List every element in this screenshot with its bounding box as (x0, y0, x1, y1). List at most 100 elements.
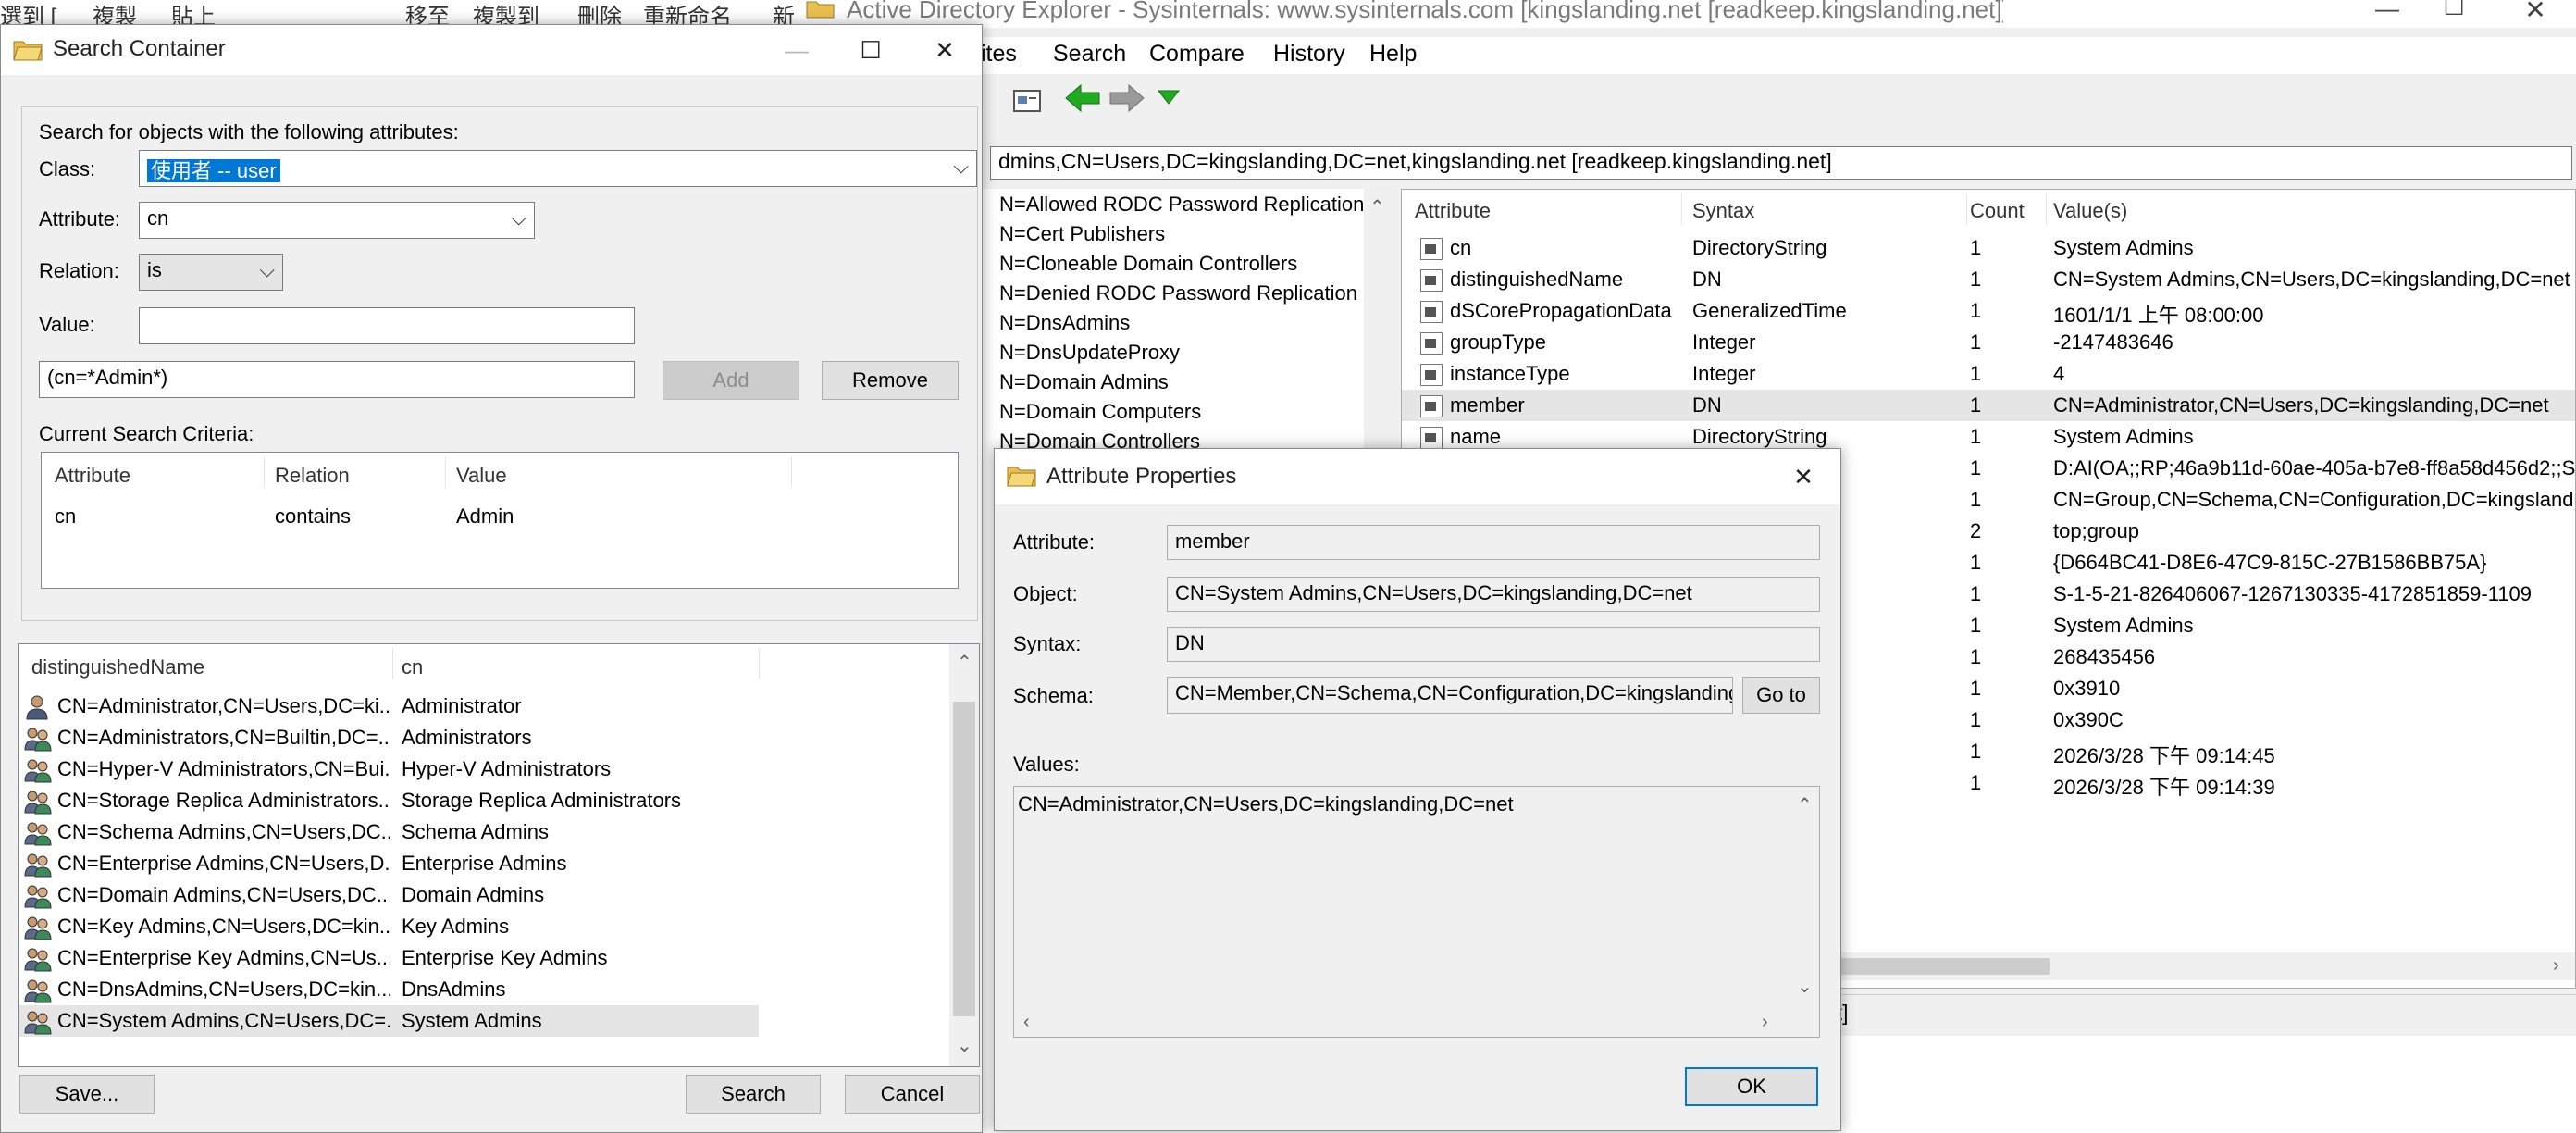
tree-item[interactable]: N=Denied RODC Password Replication Gr (999, 281, 1386, 305)
explorer-item[interactable]: 貼上 (171, 0, 216, 24)
attribute-row[interactable]: distinguishedName DN 1 CN=System Admins,CN=… (1402, 264, 2575, 295)
result-row[interactable]: CN=System Admins,CN=Users,DC=... System A… (19, 1005, 759, 1037)
result-cn: Domain Admins (402, 883, 545, 906)
tree-item[interactable]: N=Cert Publishers (999, 222, 1165, 246)
remove-button[interactable]: Remove (822, 361, 959, 400)
criteria-col-value[interactable]: Value (456, 464, 507, 488)
path-field[interactable]: dmins,CN=Users,DC=kingslanding,DC=net,ki… (990, 146, 2572, 180)
criteria-row[interactable]: cn contains Admin (42, 501, 958, 532)
scroll-right-arrow[interactable]: › (1762, 1013, 1768, 1031)
col-header-count[interactable]: Count (1970, 199, 2025, 223)
search-dialog-title: Search Container (53, 36, 226, 61)
menu-favorites[interactable]: ites (981, 41, 1017, 68)
tree-item[interactable]: N=Domain Computers (999, 400, 1201, 424)
result-cn: Schema Admins (402, 820, 549, 843)
results-scroll-thumb[interactable] (953, 702, 975, 1016)
tree-item[interactable]: N=Domain Admins (999, 370, 1169, 394)
result-row[interactable]: CN=Administrators,CN=Builtin,DC=... Admin… (19, 722, 947, 753)
search-close-button[interactable]: ✕ (908, 25, 982, 75)
attribute-row[interactable]: cn DirectoryString 1 System Admins (1402, 232, 2575, 264)
attr-count: 1 (1970, 425, 1982, 448)
explorer-item[interactable]: 移至 (405, 0, 450, 24)
search-button[interactable]: Search (686, 1075, 821, 1114)
attribute-select[interactable]: cn ⌵ (139, 202, 535, 239)
attr-hscroll-thumb[interactable] (1818, 958, 2050, 975)
forward-arrow-icon[interactable] (1108, 83, 1146, 113)
scroll-down-arrow[interactable]: ⌄ (957, 1037, 972, 1055)
menu-history[interactable]: History (1273, 41, 1345, 68)
criteria-list[interactable]: Attribute Relation Value cn contains Adm… (41, 452, 959, 589)
cancel-button[interactable]: Cancel (845, 1075, 980, 1114)
close-button[interactable]: ✕ (2498, 0, 2572, 24)
goto-button[interactable]: Go to (1742, 677, 1820, 714)
relation-select[interactable]: is ⌵ (139, 254, 283, 291)
scroll-right-arrow[interactable]: › (2553, 956, 2559, 975)
results-list[interactable]: distinguishedName cn CN=Administrator,CN… (18, 643, 980, 1067)
back-arrow-icon[interactable] (1064, 83, 1101, 113)
col-header-values[interactable]: Value(s) (2053, 199, 2127, 223)
explorer-item[interactable]: 選到 [ (0, 0, 56, 24)
attr-object-label: Object: (1013, 582, 1078, 605)
value-input[interactable] (139, 307, 635, 344)
search-maximize-button[interactable]: ☐ (834, 25, 908, 75)
results-scrollbar[interactable]: ⌃ ⌄ (949, 644, 979, 1066)
result-row[interactable]: CN=Enterprise Key Admins,CN=Us... Enterpr… (19, 942, 947, 974)
result-row[interactable]: CN=Schema Admins,CN=Users,DC... Schema Ad… (19, 816, 947, 848)
explorer-item[interactable]: 新 (773, 0, 795, 24)
col-header-attribute[interactable]: Attribute (1415, 199, 1491, 223)
dropdown-arrow-icon[interactable] (1157, 89, 1181, 106)
scroll-up-arrow[interactable]: ⌃ (1797, 796, 1813, 815)
minimize-button[interactable]: — (2350, 0, 2424, 24)
attr-close-button[interactable]: ✕ (1766, 449, 1840, 504)
attr-values-box[interactable]: CN=Administrator,CN=Users,DC=kingslandin… (1013, 786, 1820, 1038)
save-button[interactable]: Save... (19, 1075, 155, 1114)
attr-schema-value[interactable]: CN=Member,CN=Schema,CN=Configuration,DC=… (1167, 677, 1733, 714)
scroll-up-arrow[interactable]: ⌃ (1369, 198, 1385, 217)
search-minimize-button[interactable]: — (760, 25, 834, 75)
result-row[interactable]: CN=Administrator,CN=Users,DC=ki... Admini… (19, 691, 947, 722)
result-cn: DnsAdmins (402, 977, 506, 1001)
explorer-item[interactable]: 刪除 (577, 0, 622, 24)
ok-button[interactable]: OK (1685, 1067, 1818, 1106)
attr-syntax-value[interactable]: DN (1167, 627, 1820, 662)
results-col-dn[interactable]: distinguishedName (31, 655, 204, 679)
attribute-row[interactable]: member DN 1 CN=Administrator,CN=Users,DC=ki… (1402, 390, 2575, 421)
scroll-left-arrow[interactable]: ‹ (1023, 1013, 1030, 1031)
properties-icon[interactable] (1012, 85, 1044, 113)
maximize-button[interactable]: ☐ (2417, 0, 2491, 22)
results-col-cn[interactable]: cn (402, 655, 423, 679)
explorer-item[interactable]: 複製 (93, 0, 137, 24)
tree-item[interactable]: N=DnsAdmins (999, 311, 1130, 335)
add-button[interactable]: Add (663, 361, 799, 400)
menu-compare[interactable]: Compare (1149, 41, 1245, 68)
result-row[interactable]: CN=Hyper-V Administrators,CN=Bui... Hyper… (19, 753, 947, 785)
attribute-row[interactable]: dSCorePropagationData GeneralizedTime 1 160… (1402, 295, 2575, 327)
result-row[interactable]: CN=Storage Replica Administrators... Stor… (19, 785, 947, 816)
attr-count: 2 (1970, 519, 1982, 542)
result-row[interactable]: CN=Key Admins,CN=Users,DC=kin... Key Admi… (19, 911, 947, 942)
menu-search[interactable]: Search (1053, 41, 1126, 68)
attr-object-value[interactable]: CN=System Admins,CN=Users,DC=kingslandin… (1167, 577, 1820, 612)
attribute-icon (1420, 269, 1443, 292)
tree-item[interactable]: N=Allowed RODC Password Replication G (999, 193, 1386, 217)
group-icon (24, 916, 52, 940)
explorer-item[interactable]: 重新命名 (643, 0, 732, 24)
tree-item[interactable]: N=Cloneable Domain Controllers (999, 252, 1297, 276)
criteria-col-attribute[interactable]: Attribute (55, 464, 130, 488)
scroll-up-arrow[interactable]: ⌃ (957, 654, 972, 672)
criteria-col-relation[interactable]: Relation (275, 464, 350, 488)
attribute-row[interactable]: groupType Integer 1 -2147483646 (1402, 327, 2575, 358)
attribute-label: Attribute: (39, 207, 121, 230)
result-row[interactable]: CN=Enterprise Admins,CN=Users,D... Enterp… (19, 848, 947, 879)
scroll-down-arrow[interactable]: ⌄ (1797, 977, 1813, 996)
query-input[interactable]: (cn=*Admin*) (39, 361, 635, 398)
attr-attribute-value[interactable]: member (1167, 525, 1820, 560)
result-row[interactable]: CN=DnsAdmins,CN=Users,DC=kin... DnsAdmins (19, 974, 947, 1005)
class-select[interactable]: 使用者 -- user ⌵ (139, 150, 977, 187)
menu-help[interactable]: Help (1369, 41, 1417, 68)
result-row[interactable]: CN=Domain Admins,CN=Users,DC... Domain Ad… (19, 879, 947, 911)
col-header-syntax[interactable]: Syntax (1692, 199, 1754, 223)
attribute-row[interactable]: instanceType Integer 1 4 (1402, 358, 2575, 390)
tree-item[interactable]: N=DnsUpdateProxy (999, 341, 1180, 365)
explorer-item[interactable]: 複製到 (473, 0, 539, 24)
